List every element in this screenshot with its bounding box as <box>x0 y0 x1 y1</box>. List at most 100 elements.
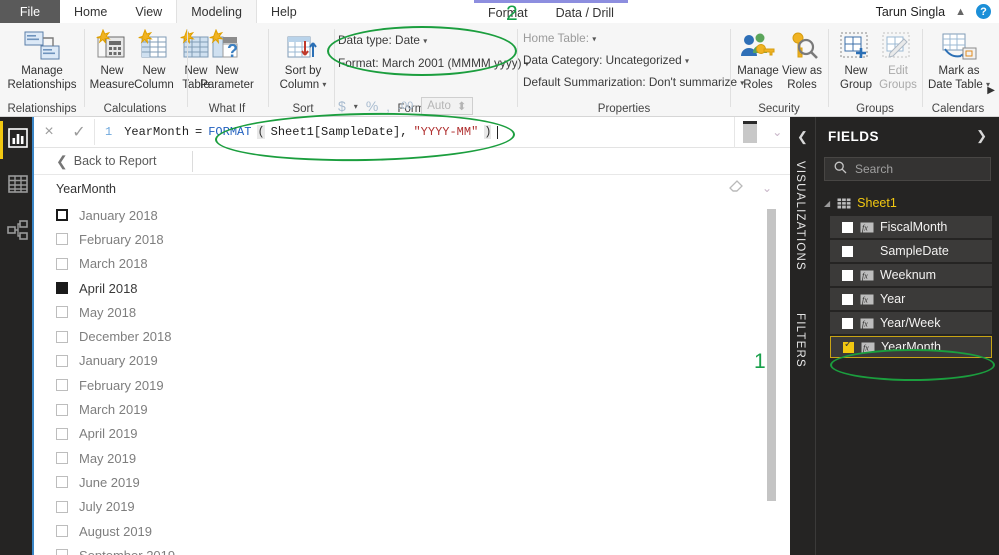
checkbox-icon[interactable] <box>56 233 68 246</box>
field-checkbox-icon[interactable] <box>842 221 853 233</box>
tab-data-drill[interactable]: Data / Drill <box>542 3 628 23</box>
currency-caret-icon[interactable]: ▾ <box>354 102 358 111</box>
format-dropdown[interactable]: Format: March 2001 (MMMM yyyy) ▾ <box>338 56 529 70</box>
slicer-item-list[interactable]: January 2018 February 2018 March 2018 Ap… <box>34 203 790 555</box>
checkbox-icon[interactable] <box>56 330 68 343</box>
field-item-fiscalmonth[interactable]: fx FiscalMonth <box>830 216 992 238</box>
tab-help[interactable]: Help <box>257 0 311 23</box>
chevron-down-icon[interactable]: ◢ <box>824 199 830 208</box>
checkbox-icon[interactable] <box>56 379 68 392</box>
data-type-dropdown[interactable]: Data type: Date ▾ <box>338 33 427 47</box>
tab-file[interactable]: File <box>0 0 60 23</box>
formula-scrollbar-thumb[interactable] <box>742 121 757 143</box>
sidebar-item-model-view[interactable] <box>7 219 29 242</box>
field-checkbox-icon[interactable] <box>842 317 853 329</box>
view-as-roles-line2: Roles <box>787 79 817 91</box>
list-item[interactable]: January 2018 <box>34 203 790 227</box>
list-item[interactable]: July 2019 <box>34 495 790 519</box>
checkbox-icon[interactable] <box>56 209 68 222</box>
checkbox-icon[interactable] <box>56 354 68 367</box>
checkbox-icon[interactable] <box>56 282 68 295</box>
manage-relationships-button[interactable]: Manage Relationships <box>7 27 77 91</box>
sidebar-item-data-view[interactable] <box>7 174 29 196</box>
checkbox-icon[interactable] <box>56 452 68 465</box>
field-item-year[interactable]: fx Year <box>830 288 992 310</box>
sort-by-column-button[interactable]: Sort by Column ▾ <box>276 27 330 91</box>
field-item-yearmonth[interactable]: fx YearMonth <box>830 336 992 358</box>
list-item[interactable]: January 2019 <box>34 349 790 373</box>
field-checkbox-icon[interactable] <box>842 293 853 305</box>
list-item[interactable]: September 2019 <box>34 543 790 555</box>
list-item[interactable]: April 2019 <box>34 422 790 446</box>
tab-format[interactable]: Format <box>474 3 542 23</box>
fields-table-row[interactable]: ◢ Sheet1 <box>816 192 999 214</box>
list-item-label: May 2019 <box>79 450 137 466</box>
checkbox-icon[interactable] <box>56 257 68 270</box>
collapse-panes-chevron-left-icon[interactable]: ❮ <box>797 129 808 145</box>
slicer-scrollbar-thumb[interactable] <box>767 209 776 501</box>
list-item[interactable]: August 2019 <box>34 519 790 543</box>
checkbox-icon[interactable] <box>56 427 68 440</box>
slicer-scrollbar[interactable] <box>767 209 776 549</box>
field-item-weeknum[interactable]: fx Weeknum <box>830 264 992 286</box>
ribbon-more-arrow-icon[interactable]: ▶ <box>987 85 995 96</box>
decimal-button[interactable]: .00 <box>398 100 413 112</box>
field-checkbox-icon[interactable] <box>842 269 853 281</box>
thousands-button[interactable]: , <box>386 99 390 114</box>
list-item[interactable]: April 2018 <box>34 276 790 300</box>
checkbox-icon[interactable] <box>56 476 68 489</box>
formula-cancel-button[interactable]: × <box>34 117 64 147</box>
checkbox-icon[interactable] <box>56 525 68 537</box>
eraser-icon[interactable] <box>729 180 744 196</box>
list-item[interactable]: March 2019 <box>34 397 790 421</box>
view-as-roles-button[interactable]: View as Roles <box>775 27 829 91</box>
search-input[interactable]: Search <box>824 157 991 181</box>
back-to-report-link[interactable]: ❮ Back to Report <box>34 153 156 170</box>
tab-home[interactable]: Home <box>60 0 121 23</box>
formula-equals: = <box>195 125 203 139</box>
pane-tab-visualizations[interactable]: VISUALIZATIONS <box>794 161 806 271</box>
list-item[interactable]: May 2018 <box>34 300 790 324</box>
list-item[interactable]: May 2019 <box>34 446 790 470</box>
formula-input[interactable]: 1 YearMonth = FORMAT (Sheet1[SampleDate],… <box>95 125 734 139</box>
formula-expand-chevron-down-icon[interactable]: ⌄ <box>772 125 782 139</box>
checkbox-icon[interactable] <box>56 403 68 416</box>
edit-groups-line1: Edit <box>888 65 908 77</box>
checkbox-icon[interactable] <box>56 306 68 319</box>
pane-tab-filters[interactable]: FILTERS <box>794 313 806 368</box>
field-item-sampledate[interactable]: SampleDate <box>830 240 992 262</box>
field-checkbox-icon[interactable] <box>843 339 854 353</box>
list-item[interactable]: December 2018 <box>34 324 790 348</box>
collapse-ribbon-icon[interactable]: ▲ <box>955 6 966 18</box>
list-item[interactable]: June 2019 <box>34 470 790 494</box>
sidebar-item-report-view[interactable] <box>7 127 29 150</box>
edit-groups-button[interactable]: Edit Groups <box>871 27 925 91</box>
text-caret <box>497 125 499 139</box>
default-summarization-dropdown[interactable]: Default Summarization: Don't summarize ▾ <box>523 75 744 89</box>
field-checkbox-icon[interactable] <box>842 245 853 257</box>
new-parameter-button[interactable]: ? New Parameter <box>200 27 254 91</box>
formula-accept-button[interactable]: ✓ <box>64 117 94 147</box>
formula-bar: × ✓ 1 YearMonth = FORMAT (Sheet1[SampleDa… <box>34 116 790 148</box>
checkbox-icon[interactable] <box>56 500 68 513</box>
list-item[interactable]: February 2019 <box>34 373 790 397</box>
fields-table-name: Sheet1 <box>857 196 897 210</box>
decimal-places-stepper[interactable]: Auto ⬍ <box>421 97 473 115</box>
data-category-dropdown[interactable]: Data Category: Uncategorized ▾ <box>523 53 689 67</box>
expand-pane-chevron-right-icon[interactable]: ❯ <box>976 128 987 144</box>
percent-button[interactable]: % <box>366 98 378 114</box>
ribbon-group-label-calendars: Calendars <box>931 103 985 115</box>
home-table-dropdown[interactable]: Home Table: ▾ <box>523 31 596 45</box>
tab-modeling[interactable]: Modeling <box>176 0 257 23</box>
list-item[interactable]: February 2018 <box>34 227 790 251</box>
mark-as-date-table-button[interactable]: Mark as Date Table ▾ <box>927 27 991 91</box>
field-item-yearweek[interactable]: fx Year/Week <box>830 312 992 334</box>
checkbox-icon[interactable] <box>56 549 68 555</box>
help-icon[interactable]: ? <box>976 4 991 19</box>
tab-view[interactable]: View <box>121 0 176 23</box>
currency-button[interactable]: $ <box>338 98 346 114</box>
slicer-more-chevron-down-icon[interactable]: ⌄ <box>762 181 772 195</box>
list-item[interactable]: March 2018 <box>34 252 790 276</box>
formula-format-string: "YYYY-MM" <box>413 125 479 139</box>
ribbon-group-label-groups: Groups <box>856 103 894 115</box>
